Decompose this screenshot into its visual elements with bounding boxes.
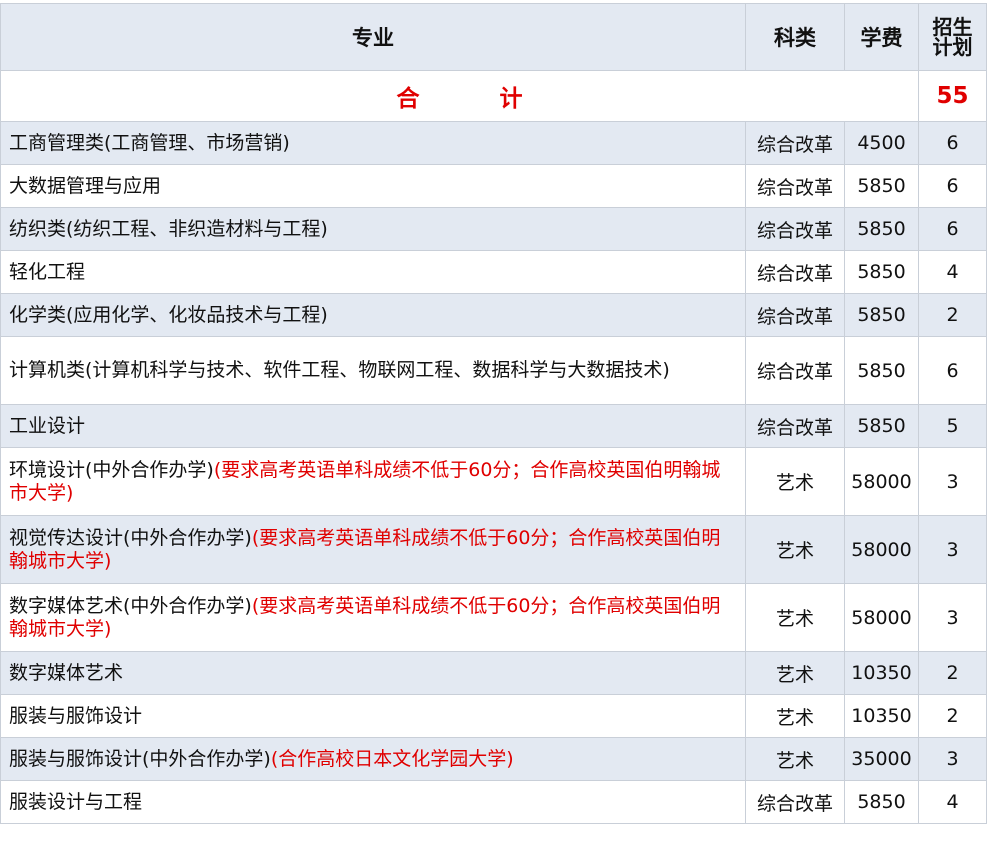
table-row: 视觉传达设计(中外合作办学)(要求高考英语单科成绩不低于60分；合作高校英国伯明… (0, 515, 987, 584)
category-cell: 综合改革 (745, 121, 845, 165)
major-cell: 数字媒体艺术(中外合作办学)(要求高考英语单科成绩不低于60分；合作高校英国伯明… (0, 583, 746, 652)
major-cell: 环境设计(中外合作办学)(要求高考英语单科成绩不低于60分；合作高校英国伯明翰城… (0, 447, 746, 516)
header-plan-line2: 计划 (932, 35, 973, 59)
table-row: 服装与服饰设计(中外合作办学)(合作高校日本文化学园大学) 艺术 35000 3 (0, 737, 987, 781)
major-note: (合作高校日本文化学园大学) (270, 747, 514, 770)
major-name: 计算机类(计算机科学与技术、软件工程、物联网工程、数据科学与大数据技术) (9, 359, 670, 381)
major-cell: 计算机类(计算机科学与技术、软件工程、物联网工程、数据科学与大数据技术) (0, 336, 746, 405)
category-cell: 艺术 (745, 737, 845, 781)
major-name: 化学类(应用化学、化妆品技术与工程) (9, 303, 328, 326)
enrollment-plan-table: 专业 科类 学费 招生 计划 合计 55 工商管理类(工商管理、市场营销) 综合改… (0, 3, 987, 824)
major-name: 大数据管理与应用 (9, 174, 162, 197)
header-row: 专业 科类 学费 招生 计划 (0, 3, 987, 71)
table-row: 轻化工程 综合改革 5850 4 (0, 250, 987, 294)
category-cell: 综合改革 (745, 780, 845, 824)
fee-cell: 5850 (844, 336, 919, 405)
header-major: 专业 (0, 3, 746, 71)
plan-cell: 3 (918, 737, 987, 781)
table-row: 环境设计(中外合作办学)(要求高考英语单科成绩不低于60分；合作高校英国伯明翰城… (0, 447, 987, 516)
category-cell: 艺术 (745, 694, 845, 738)
category-cell: 综合改革 (745, 207, 845, 251)
category-cell: 艺术 (745, 447, 845, 516)
fee-cell: 5850 (844, 404, 919, 448)
header-category: 科类 (745, 3, 845, 71)
fee-cell: 58000 (844, 515, 919, 584)
header-fee: 学费 (844, 3, 919, 71)
plan-cell: 6 (918, 121, 987, 165)
major-cell: 服装与服饰设计(中外合作办学)(合作高校日本文化学园大学) (0, 737, 746, 781)
page-bottom (0, 832, 986, 843)
major-name: 纺织类(纺织工程、非织造材料与工程) (9, 217, 328, 240)
header-plan: 招生 计划 (918, 3, 987, 71)
major-name: 工商管理类(工商管理、市场营销) (9, 131, 290, 154)
fee-cell: 58000 (844, 447, 919, 516)
table-row: 服装与服饰设计 艺术 10350 2 (0, 694, 987, 738)
major-name: 视觉传达设计(中外合作办学) (9, 526, 252, 549)
major-cell: 工业设计 (0, 404, 746, 448)
fee-cell: 35000 (844, 737, 919, 781)
total-label-cell: 合计 (0, 70, 919, 122)
total-label: 合计 (396, 86, 603, 112)
plan-cell: 2 (918, 651, 987, 695)
plan-cell: 6 (918, 336, 987, 405)
major-name: 工业设计 (9, 414, 86, 437)
plan-cell: 3 (918, 583, 987, 652)
plan-cell: 2 (918, 293, 987, 337)
category-cell: 艺术 (745, 515, 845, 584)
major-name: 轻化工程 (9, 260, 86, 283)
table-row: 大数据管理与应用 综合改革 5850 6 (0, 164, 987, 208)
fee-cell: 10350 (844, 651, 919, 695)
major-name: 服装与服饰设计 (9, 704, 143, 727)
category-cell: 综合改革 (745, 404, 845, 448)
category-cell: 艺术 (745, 583, 845, 652)
major-name: 服装与服饰设计(中外合作办学) (9, 747, 271, 770)
plan-cell: 6 (918, 207, 987, 251)
major-name: 服装设计与工程 (9, 790, 143, 813)
table-row: 计算机类(计算机科学与技术、软件工程、物联网工程、数据科学与大数据技术) 综合改革… (0, 336, 987, 405)
fee-cell: 5850 (844, 293, 919, 337)
major-name: 环境设计(中外合作办学) (9, 458, 214, 481)
table-row: 工业设计 综合改革 5850 5 (0, 404, 987, 448)
table-row: 数字媒体艺术(中外合作办学)(要求高考英语单科成绩不低于60分；合作高校英国伯明… (0, 583, 987, 652)
major-name: 数字媒体艺术(中外合作办学) (9, 594, 252, 617)
category-cell: 综合改革 (745, 164, 845, 208)
major-cell: 大数据管理与应用 (0, 164, 746, 208)
plan-cell: 6 (918, 164, 987, 208)
plan-cell: 4 (918, 780, 987, 824)
major-cell: 服装与服饰设计 (0, 694, 746, 738)
major-cell: 轻化工程 (0, 250, 746, 294)
category-cell: 综合改革 (745, 336, 845, 405)
major-cell: 纺织类(纺织工程、非织造材料与工程) (0, 207, 746, 251)
category-cell: 艺术 (745, 651, 845, 695)
fee-cell: 58000 (844, 583, 919, 652)
fee-cell: 5850 (844, 207, 919, 251)
plan-cell: 4 (918, 250, 987, 294)
plan-cell: 2 (918, 694, 987, 738)
major-cell: 视觉传达设计(中外合作办学)(要求高考英语单科成绩不低于60分；合作高校英国伯明… (0, 515, 746, 584)
plan-cell: 3 (918, 515, 987, 584)
fee-cell: 5850 (844, 164, 919, 208)
table-row: 工商管理类(工商管理、市场营销) 综合改革 4500 6 (0, 121, 987, 165)
total-value: 55 (918, 70, 987, 122)
category-cell: 综合改革 (745, 293, 845, 337)
plan-cell: 3 (918, 447, 987, 516)
major-cell: 化学类(应用化学、化妆品技术与工程) (0, 293, 746, 337)
table-row: 服装设计与工程 综合改革 5850 4 (0, 780, 987, 824)
table-row: 纺织类(纺织工程、非织造材料与工程) 综合改革 5850 6 (0, 207, 987, 251)
major-name: 数字媒体艺术 (9, 661, 124, 684)
table-row: 化学类(应用化学、化妆品技术与工程) 综合改革 5850 2 (0, 293, 987, 337)
table-row: 数字媒体艺术 艺术 10350 2 (0, 651, 987, 695)
major-cell: 数字媒体艺术 (0, 651, 746, 695)
fee-cell: 5850 (844, 780, 919, 824)
major-cell: 服装设计与工程 (0, 780, 746, 824)
plan-cell: 5 (918, 404, 987, 448)
total-row: 合计 55 (0, 70, 987, 122)
fee-cell: 10350 (844, 694, 919, 738)
fee-cell: 5850 (844, 250, 919, 294)
fee-cell: 4500 (844, 121, 919, 165)
category-cell: 综合改革 (745, 250, 845, 294)
major-cell: 工商管理类(工商管理、市场营销) (0, 121, 746, 165)
